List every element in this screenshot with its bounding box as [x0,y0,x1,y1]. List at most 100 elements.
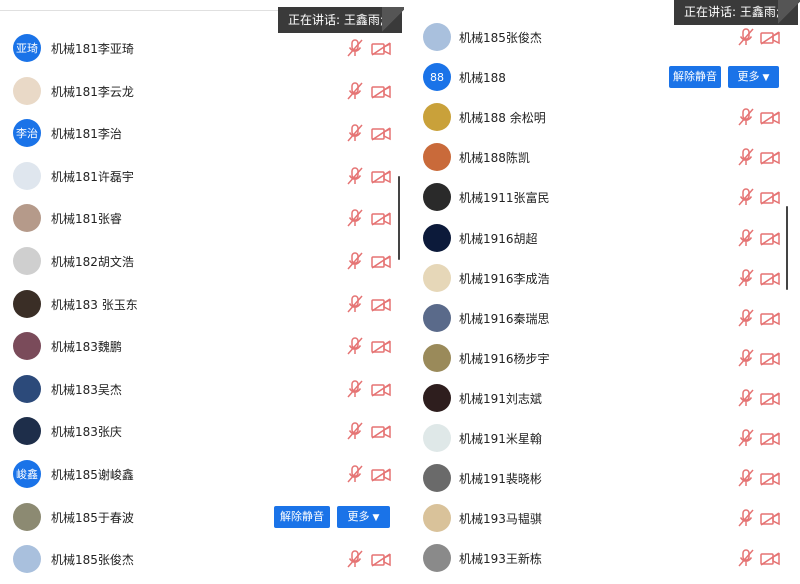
mic-muted-icon[interactable] [738,349,754,367]
camera-off-icon[interactable] [760,551,780,566]
participant-name: 机械1916秦瑞思 [459,311,550,326]
participant-name: 机械188陈凯 [459,151,530,166]
unmute-button[interactable]: 解除静音 [669,66,721,89]
camera-off-icon[interactable] [760,231,780,246]
avatar [423,143,451,172]
participant-row[interactable]: 机械181张睿 [0,197,404,239]
caret-down-icon: ▼ [372,512,380,523]
camera-off-icon[interactable] [760,30,780,45]
camera-off-icon[interactable] [371,211,391,227]
participant-row[interactable]: 机械185张俊杰 [0,538,404,580]
participant-row[interactable]: 机械183魏鹏 [0,325,404,367]
participant-row[interactable]: 机械1916秦瑞思 [410,297,800,339]
participant-row[interactable]: 机械185于春波 解除静音 更多 ▼ [0,496,404,538]
mic-muted-icon[interactable] [347,209,363,227]
camera-off-icon[interactable] [371,254,391,269]
mic-muted-icon[interactable] [347,294,363,313]
avatar [423,383,451,412]
camera-off-icon[interactable] [760,391,780,406]
camera-off-icon[interactable] [371,169,391,184]
participant-row[interactable]: 机械1916李成浩 [410,257,800,299]
participant-row[interactable]: 机械1911张富民 [410,176,800,218]
participant-name: 机械185谢峻鑫 [51,468,134,482]
camera-off-icon[interactable] [760,271,780,286]
participant-row[interactable]: 机械183张庆 [0,410,404,452]
mic-muted-icon[interactable] [347,167,363,185]
mic-muted-icon[interactable] [347,124,363,142]
participant-row[interactable]: 亚琦 机械181李亚琦 [0,27,404,69]
camera-off-icon[interactable] [371,552,391,567]
unmute-button[interactable]: 解除静音 [274,505,330,528]
participant-row[interactable]: 李治 机械181李治 [0,112,404,154]
mic-muted-icon[interactable] [347,465,363,483]
camera-off-icon[interactable] [371,382,391,397]
camera-off-icon[interactable] [371,41,391,56]
participant-row[interactable]: 机械188 余松明 [410,96,800,138]
avatar [423,544,451,573]
camera-off-icon[interactable] [760,150,780,165]
avatar [423,103,451,132]
participant-row[interactable]: 88 机械188 解除静音 更多 ▼ [410,56,800,98]
camera-off-icon[interactable] [371,297,391,312]
mic-muted-icon[interactable] [738,469,754,487]
participant-row[interactable]: 机械181李云龙 [0,70,404,112]
mic-muted-icon[interactable] [738,268,754,287]
participant-row[interactable]: 机械183 张玉东 [0,283,404,325]
mic-muted-icon[interactable] [738,148,754,166]
mic-muted-icon[interactable] [347,550,363,568]
more-button-label: 更多 [347,509,370,523]
more-button[interactable]: 更多 ▼ [337,505,390,528]
camera-off-icon[interactable] [760,431,780,446]
participant-row[interactable]: 机械183吴杰 [0,368,404,410]
participant-row[interactable]: 峻鑫 机械185谢峻鑫 [0,453,404,495]
mic-muted-icon[interactable] [347,252,363,270]
mic-muted-icon[interactable] [738,108,754,126]
participant-row[interactable]: 机械1916胡超 [410,217,800,259]
camera-off-icon[interactable] [371,424,391,440]
participant-name: 机械193王新栋 [459,552,542,567]
participant-name: 机械181李亚琦 [51,42,134,56]
camera-off-icon[interactable] [760,110,780,125]
participant-row[interactable]: 机械185张俊杰 [410,16,800,58]
participant-row[interactable]: 机械1916杨步宇 [410,337,800,379]
camera-off-icon[interactable] [371,84,391,99]
participant-name: 机械191米星翰 [459,432,542,446]
mic-muted-icon[interactable] [738,509,754,527]
mic-muted-icon[interactable] [347,337,363,355]
camera-off-icon[interactable] [760,471,780,486]
participant-row[interactable]: 机械191刘志斌 [410,377,800,419]
mic-muted-icon[interactable] [738,429,754,447]
participant-row[interactable]: 机械191裴晓彬 [410,457,800,499]
mic-muted-icon[interactable] [738,228,754,247]
participant-row[interactable]: 机械188陈凯 [410,136,800,178]
mic-muted-icon[interactable] [347,380,363,398]
speaker-banner-text: 正在讲话: 王鑫雨; [288,13,384,27]
mic-muted-icon[interactable] [738,308,754,327]
camera-off-icon[interactable] [760,351,780,366]
camera-off-icon[interactable] [760,190,780,206]
avatar [13,545,41,574]
mic-muted-icon[interactable] [347,39,363,57]
camera-off-icon[interactable] [371,126,391,141]
avatar [423,223,451,252]
mic-muted-icon[interactable] [738,28,754,46]
participant-name: 机械181李云龙 [51,84,134,99]
participant-name: 机械1916杨步宇 [459,351,550,366]
participant-row[interactable]: 机械193王新栋 [410,537,800,579]
mic-muted-icon[interactable] [738,549,754,567]
camera-off-icon[interactable] [371,467,391,482]
participant-row[interactable]: 机械193马韫骐 [410,497,800,539]
avatar [13,247,41,275]
participant-row[interactable]: 机械191米星翰 [410,417,800,459]
mic-muted-icon[interactable] [738,188,754,206]
avatar [13,332,41,361]
mic-muted-icon[interactable] [347,422,363,440]
mic-muted-icon[interactable] [738,389,754,407]
participant-row[interactable]: 机械181许磊宇 [0,155,404,197]
more-button[interactable]: 更多 ▼ [728,66,779,89]
camera-off-icon[interactable] [760,311,780,326]
mic-muted-icon[interactable] [347,81,363,100]
participant-row[interactable]: 机械182胡文浩 [0,240,404,282]
camera-off-icon[interactable] [760,511,780,526]
camera-off-icon[interactable] [371,339,391,354]
